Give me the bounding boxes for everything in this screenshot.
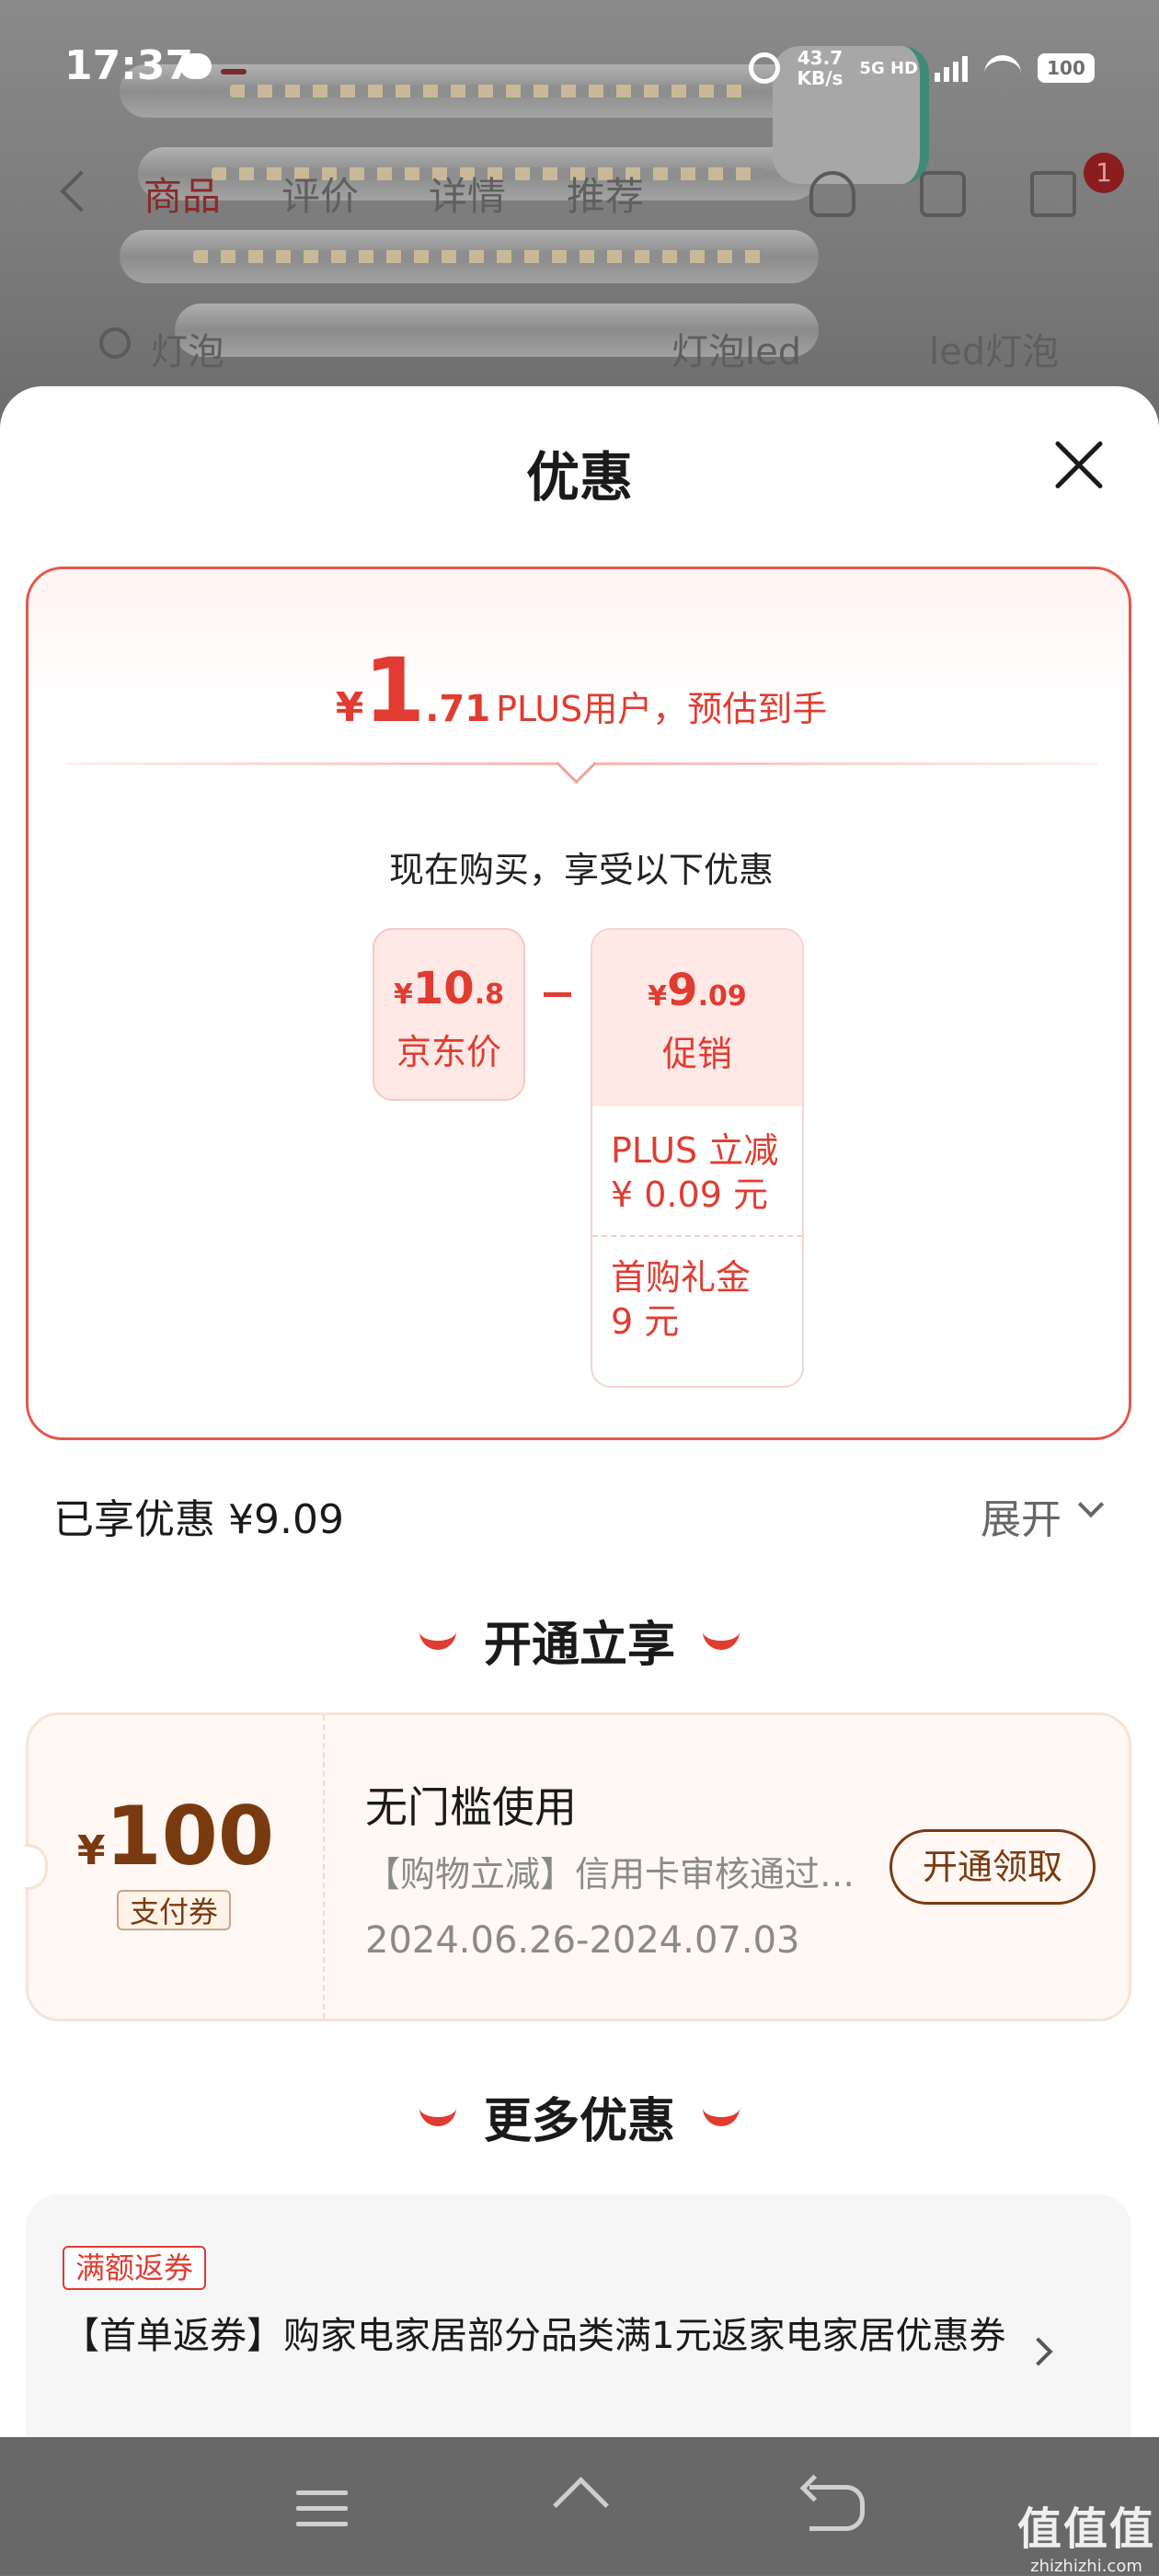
offer-tag: 满额返券	[63, 2246, 207, 2290]
offer-text: 【首单返券】购家电家居部分品类满1元返家电家居优惠券	[63, 2315, 1006, 2357]
more-offer-item[interactable]: 满额返券 【首单返券】购家电家居部分品类满1元返家电家居优惠券	[26, 2194, 1131, 2437]
close-button[interactable]	[1047, 432, 1111, 497]
tab-product[interactable]: 商品	[143, 166, 221, 222]
open-section-title: 开通立享	[483, 1618, 675, 1673]
claim-coupon-button[interactable]: 开通领取	[889, 1829, 1096, 1905]
estimated-price: ¥1.71 PLUS用户，预估到手	[335, 639, 828, 742]
system-nav-bar: 值值值 zhizhizhi.com	[0, 2437, 1159, 2576]
chevron-down-icon[interactable]	[1077, 1491, 1105, 1518]
product-page-background: 17:37 43.7 KB/s 5G HD 100 商品 评价 详情 推荐 1 …	[0, 0, 1159, 432]
divider-notch	[556, 743, 597, 784]
back-icon[interactable]	[60, 170, 102, 212]
coupon-date: 2024.06.26-2024.07.03	[365, 1919, 800, 1962]
coupon-desc: 【购物立减】信用卡审核通过后可用	[365, 1854, 880, 1895]
coupon-type-badge: 支付券	[117, 1890, 231, 1930]
tab-recommend[interactable]: 推荐	[567, 166, 644, 222]
home-button-icon[interactable]	[552, 2485, 607, 2531]
minus-sign	[544, 992, 571, 997]
status-bar: 17:37 43.7 KB/s 5G HD 100	[0, 0, 1159, 138]
back-button-icon[interactable]	[809, 2485, 865, 2531]
watermark: 值值值 zhizhizhi.com	[1017, 2503, 1156, 2576]
promo-item-plus: PLUS 立减 ¥ 0.09 元	[611, 1130, 779, 1215]
suggestion-item[interactable]: led灯泡	[929, 322, 1059, 375]
wifi-icon	[984, 55, 1021, 81]
active-tab-indicator	[221, 69, 247, 74]
tab-reviews[interactable]: 评价	[281, 166, 359, 222]
product-tab-bar: 商品 评价 详情 推荐	[0, 166, 1159, 230]
status-time: 17:37	[64, 42, 194, 89]
sheet-title: 优惠	[525, 446, 633, 509]
signal-icon	[935, 54, 968, 82]
price-breakdown-card: ¥1.71 PLUS用户，预估到手 现在购买，享受以下优惠 ¥10.8 京东价 ¥…	[26, 567, 1131, 1440]
wechat-icon	[180, 53, 212, 79]
buy-now-text: 现在购买，享受以下优惠	[388, 850, 774, 890]
tab-details[interactable]: 详情	[429, 166, 506, 222]
network-speed: 43.7 KB/s	[797, 47, 843, 89]
jd-price-label: 京东价	[396, 1032, 501, 1072]
promo-label: 促销	[661, 1034, 732, 1074]
suggestion-item[interactable]: 灯泡	[151, 322, 224, 375]
search-suggestions: 灯泡 灯泡led led灯泡	[0, 322, 1159, 377]
home-icon[interactable]	[809, 171, 855, 217]
promo-box: ¥9.09 促销 PLUS 立减 ¥ 0.09 元 首购礼金 9 元	[591, 928, 804, 1388]
saved-amount: 已享优惠 ¥9.09	[53, 1496, 344, 1543]
suggestion-item[interactable]: 灯泡led	[671, 322, 801, 375]
chevron-right-icon	[1024, 2337, 1053, 2366]
more-section-title: 更多优惠	[483, 2094, 675, 2149]
share-icon[interactable]	[920, 171, 966, 217]
offers-sheet: 优惠 ¥1.71 PLUS用户，预估到手 现在购买，享受以下优惠 ¥10.8 京东…	[0, 386, 1159, 2437]
alarm-icon	[749, 52, 781, 84]
cart-badge: 1	[1084, 153, 1124, 193]
search-icon	[99, 327, 131, 359]
coupon-amount-panel: ¥100 支付券	[29, 1715, 325, 2019]
promo-item-first-purchase: 首购礼金 9 元	[611, 1257, 752, 1342]
network-type: 5G HD	[859, 58, 918, 78]
menu-icon[interactable]	[296, 2490, 348, 2527]
expand-button[interactable]: 展开	[981, 1486, 1061, 1545]
coupon-title: 无门槛使用	[365, 1782, 577, 1832]
cart-icon[interactable]	[1030, 171, 1076, 217]
coupon-card: ¥100 支付券 无门槛使用 【购物立减】信用卡审核通过后可用 2024.06.…	[25, 1712, 1131, 2021]
battery-indicator: 100	[1038, 53, 1095, 83]
jd-price-box: ¥10.8 京东价	[373, 928, 525, 1101]
